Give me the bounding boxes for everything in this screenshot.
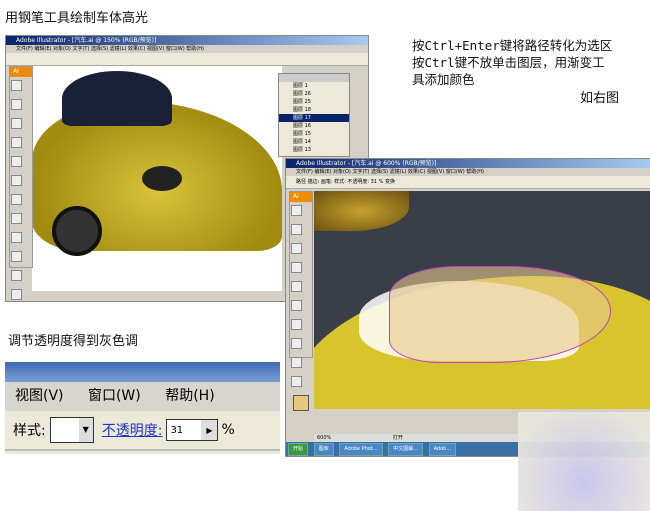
toolbox: Ai xyxy=(289,191,313,411)
type-tool[interactable] xyxy=(291,262,302,273)
layer-row[interactable]: 图层 14 xyxy=(279,138,349,146)
see-right-caption: 如右图 xyxy=(580,91,620,106)
select-tool[interactable] xyxy=(291,205,302,216)
toolbox: Ai xyxy=(9,66,33,300)
layer-row[interactable]: 图层 13 xyxy=(279,146,349,154)
menu-bar[interactable]: 文件(F) 编辑(E) 对象(O) 文字(T) 选择(S) 滤镜(L) 效果(C… xyxy=(6,45,368,53)
select-tool[interactable] xyxy=(11,80,22,91)
zoom-level[interactable]: 600% xyxy=(317,435,331,441)
eyedropper-tool[interactable] xyxy=(291,376,302,387)
chevron-down-icon: ▼ xyxy=(78,418,93,442)
opacity-input[interactable]: 31 ▶ xyxy=(166,419,219,441)
gradient-tool[interactable] xyxy=(11,270,22,281)
scale-tool[interactable] xyxy=(11,251,22,262)
car-windshield xyxy=(62,71,172,126)
window-title: Adobe Illustrator - [汽车.ai @ 150% (RGB/预… xyxy=(6,36,368,45)
instruction-line: 按Ctrl键不放单击图层，用渐变工 xyxy=(412,55,605,70)
brush-tool[interactable] xyxy=(11,194,22,205)
rect-tool[interactable] xyxy=(291,300,302,311)
brush-tool[interactable] xyxy=(291,319,302,330)
canvas[interactable] xyxy=(32,66,282,291)
direct-select-tool[interactable] xyxy=(291,224,302,235)
eyedropper-tool[interactable] xyxy=(11,289,22,300)
start-button[interactable]: 开始 xyxy=(288,443,309,456)
window-title: Adobe Illustrator - [汽车.ai @ 600% (RGB/预… xyxy=(286,159,650,168)
opacity-caption: 调节透明度得到灰色调 xyxy=(8,334,139,349)
direct-select-tool[interactable] xyxy=(11,99,22,110)
menu-view[interactable]: 视图(V) xyxy=(15,388,64,404)
layer-row[interactable]: 图层 18 xyxy=(279,106,349,114)
instructions: 按Ctrl+Enter键将路径转化为选区 按Ctrl键不放单击图层，用渐变工 具… xyxy=(412,37,612,88)
style-label: 样式: xyxy=(13,423,46,439)
taskbar-item[interactable]: 图库 xyxy=(313,443,334,456)
layer-row-selected[interactable]: 图层 17 xyxy=(279,114,349,122)
rotate-tool[interactable] xyxy=(11,232,22,243)
fill-swatch[interactable] xyxy=(293,395,309,411)
type-tool[interactable] xyxy=(11,137,22,148)
pen-tool[interactable] xyxy=(291,243,302,254)
app-badge: Ai xyxy=(10,67,32,77)
layers-panel: 图层 1 图层 26 图层 25 图层 18 图层 17 图层 16 图层 15… xyxy=(278,73,350,157)
pencil-tool[interactable] xyxy=(291,338,302,349)
opacity-label[interactable]: 不透明度: xyxy=(102,420,163,440)
menu-help[interactable]: 帮助(H) xyxy=(165,388,214,404)
opacity-value: 31 xyxy=(170,425,184,436)
watermark-overlay xyxy=(518,412,650,511)
app-badge: Ai xyxy=(290,192,312,202)
canvas[interactable] xyxy=(314,191,650,409)
options-bar xyxy=(6,53,368,66)
gradient-tool[interactable] xyxy=(291,357,302,368)
layer-row[interactable]: 图层 15 xyxy=(279,130,349,138)
options-bar[interactable]: 路径 描边: 画笔: 样式: 不透明度: 31 % 变换 xyxy=(286,176,650,189)
instruction-line: 按Ctrl+Enter键将路径转化为选区 xyxy=(412,38,613,53)
instruction-line: 具添加颜色 xyxy=(412,72,475,87)
title-caption: 用钢笔工具绘制车体高光 xyxy=(5,11,149,26)
taskbar-item[interactable]: Adobe Phot... xyxy=(339,443,383,456)
car-mirror xyxy=(314,191,409,231)
layer-row[interactable]: 图层 1 xyxy=(279,82,349,90)
taskbar-item[interactable]: Adob... xyxy=(428,443,457,456)
percent-label: % xyxy=(221,422,235,438)
arrow-right-icon[interactable]: ▶ xyxy=(201,420,218,440)
line-tool[interactable] xyxy=(291,281,302,292)
layer-row[interactable]: 图层 26 xyxy=(279,90,349,98)
line-tool[interactable] xyxy=(11,156,22,167)
menu-bar[interactable]: 文件(F) 编辑(E) 对象(O) 文字(T) 选择(S) 滤镜(L) 效果(C… xyxy=(286,168,650,176)
pencil-tool[interactable] xyxy=(11,213,22,224)
taskbar-item[interactable]: 中文图解... xyxy=(388,443,423,456)
car-headlight xyxy=(142,166,182,191)
car-wheel xyxy=(52,206,102,256)
menu-window[interactable]: 窗口(W) xyxy=(88,388,141,404)
pen-tool[interactable] xyxy=(11,118,22,129)
status-text: 打开 xyxy=(392,435,403,441)
layer-row[interactable]: 图层 25 xyxy=(279,98,349,106)
style-dropdown[interactable]: ▼ xyxy=(49,417,94,443)
layer-row[interactable]: 图层 16 xyxy=(279,122,349,130)
zoomed-toolbar: 视图(V) 窗口(W) 帮助(H) 样式: ▼ 不透明度: 31 ▶ % xyxy=(5,362,280,454)
rect-tool[interactable] xyxy=(11,175,22,186)
